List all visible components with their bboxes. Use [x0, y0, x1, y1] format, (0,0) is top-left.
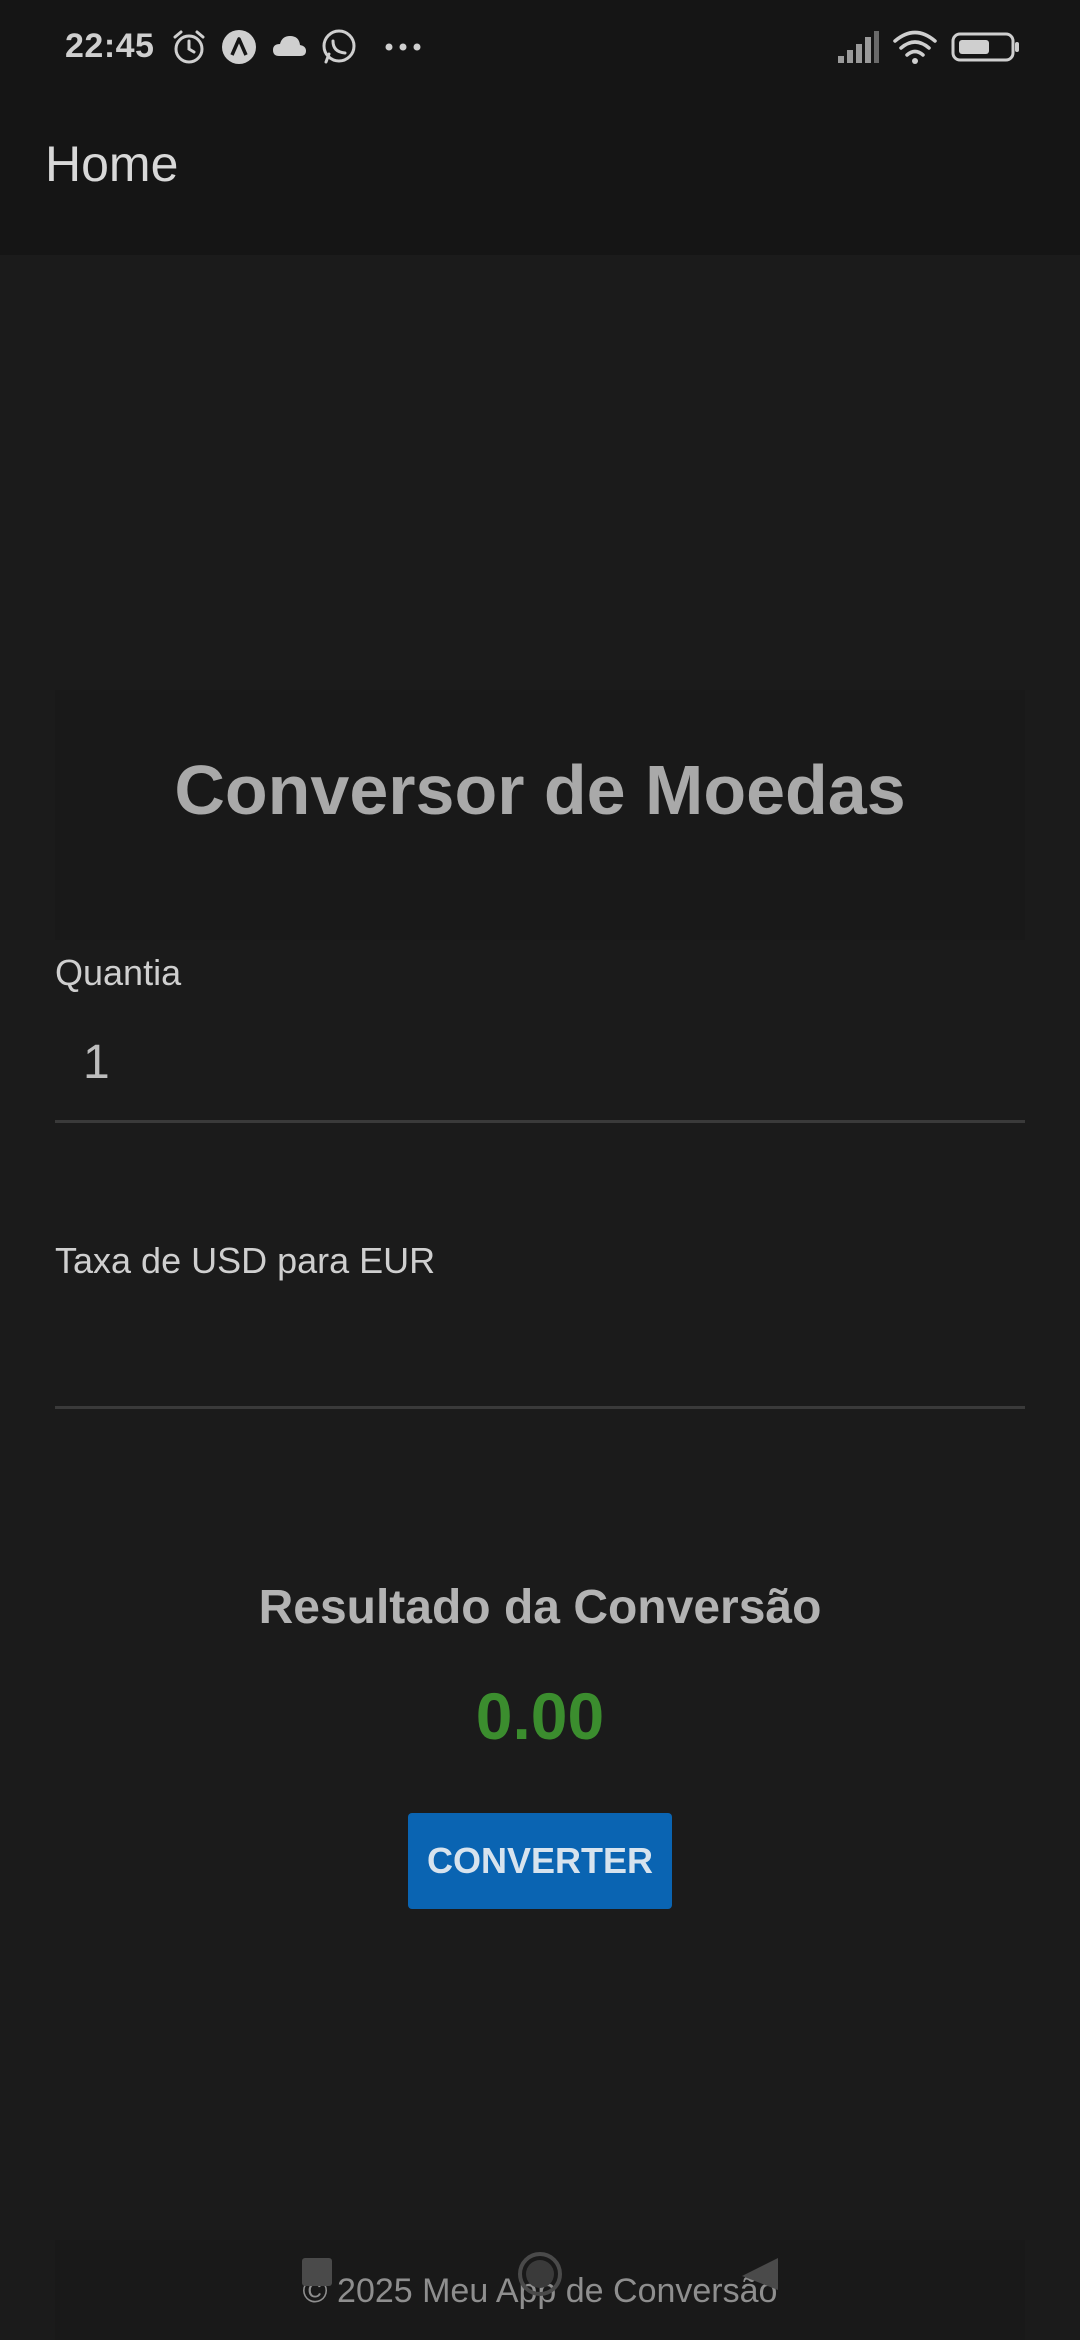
- home-icon[interactable]: [512, 2252, 568, 2309]
- cloud-icon: [270, 28, 308, 71]
- more-icon: [384, 28, 424, 71]
- title-card: Conversor de Moedas: [55, 690, 1025, 940]
- rate-label: Taxa de USD para EUR: [55, 1240, 436, 1281]
- rate-input[interactable]: [55, 1310, 1025, 1380]
- battery-icon: [950, 28, 1022, 71]
- result-title: Resultado da Conversão: [258, 1581, 822, 1634]
- status-bar: 22:45: [0, 0, 1080, 95]
- a-circle-icon: [220, 28, 258, 71]
- alarm-icon: [170, 28, 208, 71]
- signal-icon: [836, 28, 880, 71]
- app-bar: Home: [0, 95, 1080, 255]
- status-time: 22:45: [65, 27, 155, 65]
- back-icon[interactable]: [738, 2252, 782, 2301]
- whatsapp-icon: [320, 28, 358, 71]
- convert-button[interactable]: CONVERTER: [408, 1813, 672, 1909]
- quantity-label: Quantia: [55, 952, 182, 993]
- app-title: Home: [45, 136, 179, 192]
- recents-icon[interactable]: [300, 2252, 336, 2297]
- rate-underline: [55, 1406, 1025, 1409]
- result-value: 0.00: [475, 1679, 605, 1753]
- quantity-input[interactable]: [55, 1027, 1025, 1097]
- wifi-icon: [892, 28, 938, 71]
- quantity-underline: [55, 1120, 1025, 1123]
- converter-title: Conversor de Moedas: [174, 751, 906, 829]
